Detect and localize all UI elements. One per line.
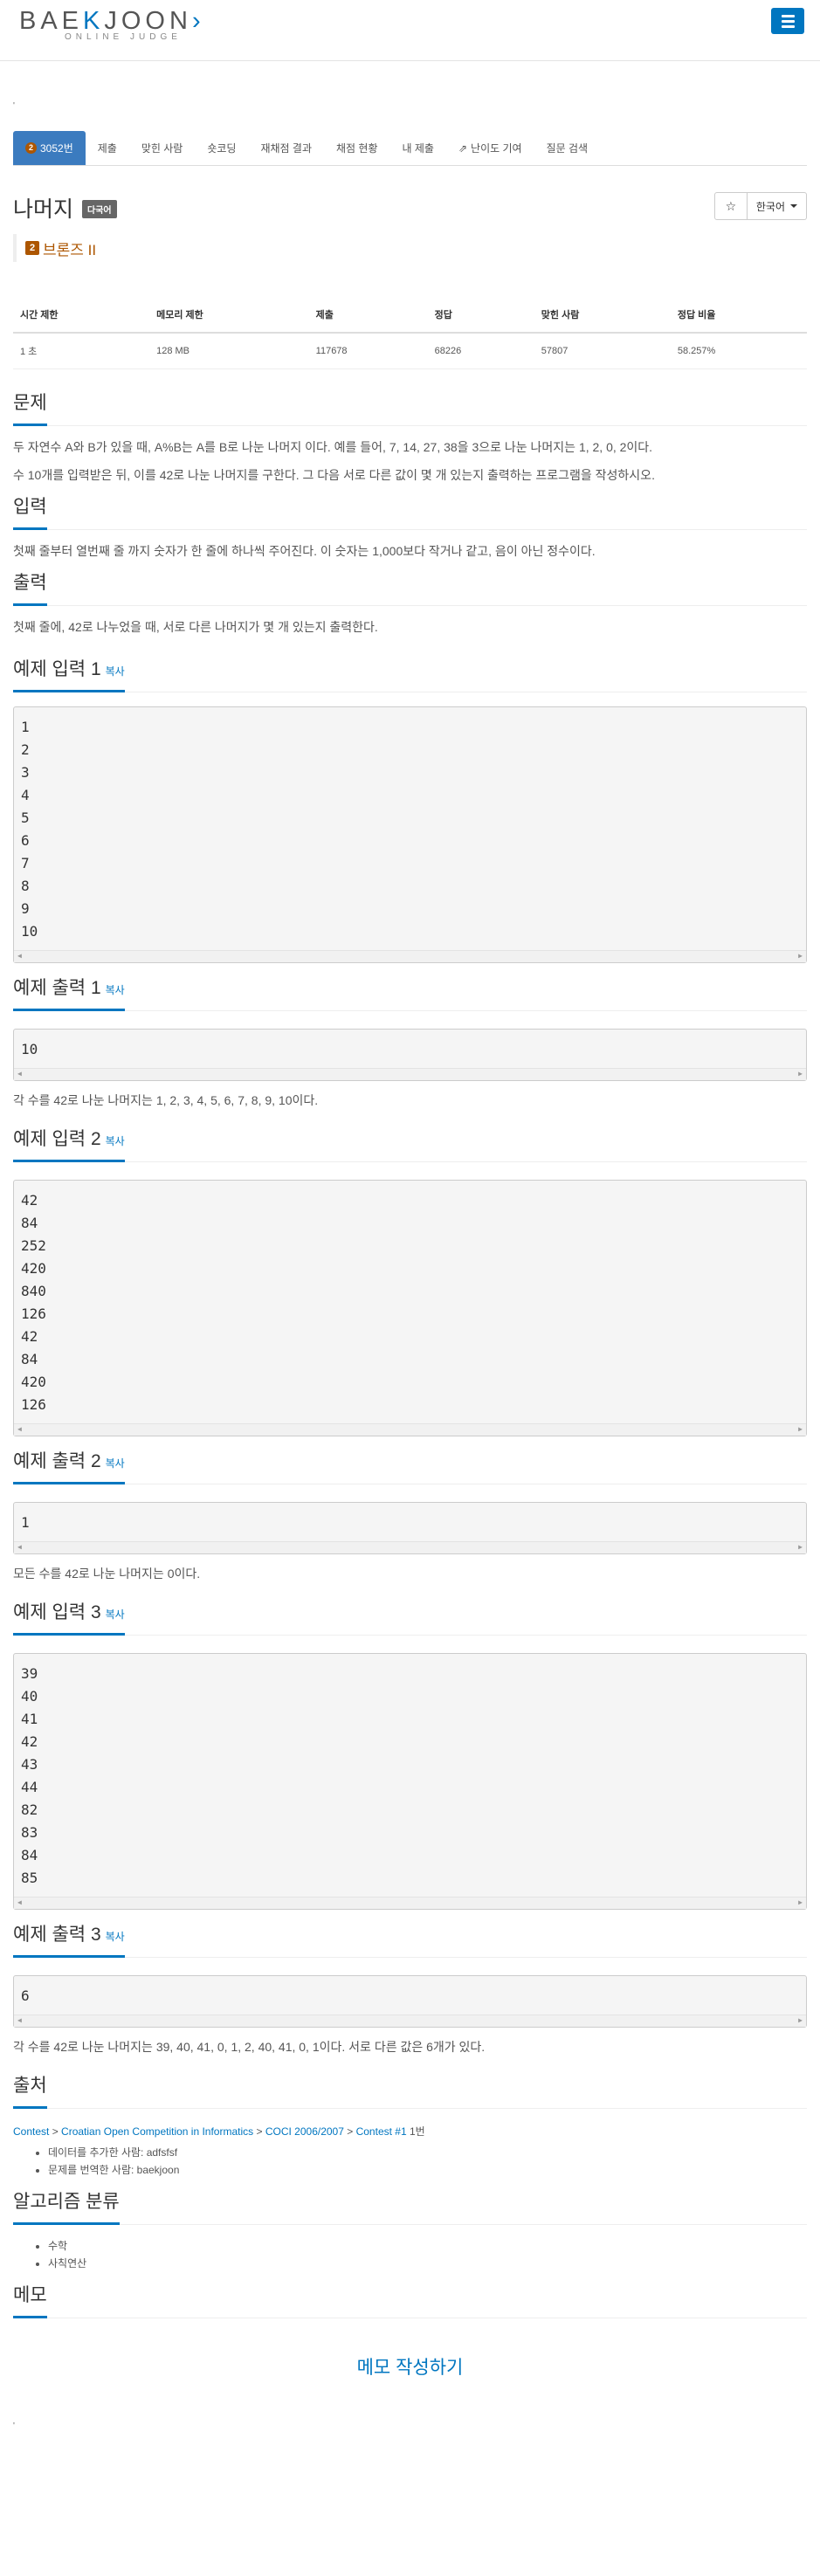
table-header: 시간 제한 — [13, 297, 150, 334]
table-header: 정답 비율 — [670, 297, 807, 334]
algorithm-tags: 수학 사칙연산 — [48, 2237, 807, 2272]
problem-tabs: 2 3052번 제출 맞힌 사람 숏코딩 재채점 결과 채점 현황 내 제출 ⇗ 난… — [13, 131, 807, 166]
scroll-right-icon[interactable]: ▶ — [798, 1543, 803, 1551]
tab-rejudge-results[interactable]: 재채점 결과 — [248, 131, 324, 165]
source-contributors: 데이터를 추가한 사람: adfsfsf 문제를 번역한 사람: baekjoo… — [48, 2144, 807, 2179]
bronze-tier-icon: 2 — [25, 241, 39, 255]
section-sample-input-3: 예제 입력 3 복사 — [13, 1598, 807, 1636]
horizontal-scrollbar[interactable]: ◀ ▶ — [14, 950, 806, 962]
write-memo-button[interactable]: 메모 작성하기 — [0, 2353, 820, 2380]
section-algorithm: 알고리즘 분류 — [13, 2187, 807, 2225]
source-link-coci[interactable]: COCI 2006/2007 — [265, 2125, 344, 2138]
top-dot: ' — [13, 101, 15, 111]
table-header: 정답 — [427, 297, 534, 334]
site-header: BAEKJOON› ONLINE JUDGE — [0, 0, 820, 61]
section-memo: 메모 — [13, 2281, 807, 2318]
copy-button[interactable]: 복사 — [106, 984, 125, 996]
description-text: 수 10개를 입력받은 뒤, 이를 42로 나눈 나머지를 구한다. 그 다음 … — [13, 468, 655, 482]
section-input: 입력 — [13, 492, 807, 530]
section-sample-output-3: 예제 출력 3 복사 — [13, 1920, 807, 1958]
algorithm-tag[interactable]: 수학 — [48, 2237, 807, 2255]
horizontal-scrollbar[interactable]: ◀ ▶ — [14, 2015, 806, 2027]
scroll-right-icon[interactable]: ▶ — [798, 1425, 803, 1433]
section-output: 출력 — [13, 568, 807, 606]
sample-input-1[interactable]: 1 2 3 4 5 6 7 8 9 10 ◀ ▶ — [13, 706, 807, 963]
problem-title: 나머지 — [13, 197, 74, 222]
language-select[interactable]: 한국어 — [747, 192, 807, 220]
section-sample-input-1: 예제 입력 1 복사 — [13, 655, 807, 692]
sample-output-2[interactable]: 1 ◀ ▶ — [13, 1502, 807, 1554]
sample-input-3[interactable]: 39 40 41 42 43 44 82 83 84 85 ◀ ▶ — [13, 1653, 807, 1910]
scroll-left-icon[interactable]: ◀ — [17, 1898, 22, 1906]
section-sample-output-2: 예제 출력 2 복사 — [13, 1447, 807, 1484]
table-header: 제출 — [308, 297, 428, 334]
bottom-dot: ' — [13, 2421, 15, 2431]
scroll-left-icon[interactable]: ◀ — [17, 1543, 22, 1551]
sample-output-3[interactable]: 6 ◀ ▶ — [13, 1975, 807, 2028]
tab-solved-users[interactable]: 맞힌 사람 — [129, 131, 196, 165]
scroll-left-icon[interactable]: ◀ — [17, 1070, 22, 1078]
horizontal-scrollbar[interactable]: ◀ ▶ — [14, 1541, 806, 1553]
source-link-contest[interactable]: Contest — [13, 2125, 49, 2138]
copy-button[interactable]: 복사 — [106, 1931, 125, 1943]
section-sample-output-1: 예제 출력 1 복사 — [13, 974, 807, 1011]
algorithm-tag[interactable]: 사칙연산 — [48, 2255, 807, 2272]
source-breadcrumb: Contest > Croatian Open Competition in I… — [13, 2125, 425, 2138]
tab-short-coding[interactable]: 숏코딩 — [195, 131, 248, 165]
list-item: 문제를 번역한 사람: baekjoon — [48, 2161, 807, 2179]
table-header: 메모리 제한 — [149, 297, 309, 334]
caret-down-icon — [790, 204, 797, 208]
section-source: 출처 — [13, 2071, 807, 2109]
copy-button[interactable]: 복사 — [106, 665, 125, 678]
sample-note-3: 각 수를 42로 나눈 나머지는 39, 40, 41, 0, 1, 2, 40… — [13, 2040, 486, 2054]
tab-my-submissions[interactable]: 내 제출 — [390, 131, 446, 165]
scroll-left-icon[interactable]: ◀ — [17, 2016, 22, 2024]
external-link-icon: ⇗ — [458, 141, 468, 155]
table-header: 맞힌 사람 — [534, 297, 671, 334]
scroll-right-icon[interactable]: ▶ — [798, 1070, 803, 1078]
tab-difficulty[interactable]: ⇗ 난이도 기여 — [446, 131, 534, 165]
scroll-left-icon[interactable]: ◀ — [17, 1425, 22, 1433]
sample-input-2[interactable]: 42 84 252 420 840 126 42 84 420 126 ◀ ▶ — [13, 1180, 807, 1436]
star-icon[interactable]: ☆ — [713, 192, 748, 220]
section-sample-input-2: 예제 입력 2 복사 — [13, 1125, 807, 1162]
tab-status[interactable]: 채점 현황 — [324, 131, 390, 165]
horizontal-scrollbar[interactable]: ◀ ▶ — [14, 1423, 806, 1436]
horizontal-scrollbar[interactable]: ◀ ▶ — [14, 1068, 806, 1080]
sample-note-2: 모든 수를 42로 나눈 나머지는 0이다. — [13, 1567, 201, 1581]
tier-label[interactable]: 2 브론즈 II — [13, 234, 807, 262]
input-text: 첫째 줄부터 열번째 줄 까지 숫자가 한 줄에 하나씩 주어진다. 이 숫자는… — [13, 544, 596, 558]
copy-button[interactable]: 복사 — [106, 1457, 125, 1470]
list-item: 데이터를 추가한 사람: adfsfsf — [48, 2144, 807, 2161]
copy-button[interactable]: 복사 — [106, 1608, 125, 1621]
source-link-coi[interactable]: Croatian Open Competition in Informatics — [61, 2125, 253, 2138]
tab-question-search[interactable]: 질문 검색 — [534, 131, 601, 165]
scroll-right-icon[interactable]: ▶ — [798, 952, 803, 960]
baekjoon-logo[interactable]: BAEKJOON› ONLINE JUDGE — [19, 7, 205, 42]
horizontal-scrollbar[interactable]: ◀ ▶ — [14, 1897, 806, 1909]
output-text: 첫째 줄에, 42로 나누었을 때, 서로 다른 나머지가 몇 개 있는지 출력… — [13, 620, 378, 634]
problem-info-table: 시간 제한 메모리 제한 제출 정답 맞힌 사람 정답 비율 1 초 128 M… — [13, 297, 807, 369]
tab-problem[interactable]: 2 3052번 — [13, 131, 86, 165]
scroll-left-icon[interactable]: ◀ — [17, 952, 22, 960]
sample-note-1: 각 수를 42로 나눈 나머지는 1, 2, 3, 4, 5, 6, 7, 8,… — [13, 1093, 319, 1107]
scroll-right-icon[interactable]: ▶ — [798, 2016, 803, 2024]
multilang-badge: 다국어 — [82, 200, 117, 218]
tab-submit[interactable]: 제출 — [86, 131, 129, 165]
scroll-right-icon[interactable]: ▶ — [798, 1898, 803, 1906]
hamburger-menu-icon[interactable] — [771, 8, 804, 34]
table-row: 1 초 128 MB 117678 68226 57807 58.257% — [13, 333, 807, 369]
source-link-contest1[interactable]: Contest #1 — [356, 2125, 407, 2138]
bronze-tier-icon: 2 — [25, 142, 37, 154]
description-text: 두 자연수 A와 B가 있을 때, A%B는 A를 B로 나눈 나머지 이다. … — [13, 440, 653, 454]
section-description: 문제 — [13, 389, 807, 426]
copy-button[interactable]: 복사 — [106, 1135, 125, 1147]
sample-output-1[interactable]: 10 ◀ ▶ — [13, 1029, 807, 1081]
